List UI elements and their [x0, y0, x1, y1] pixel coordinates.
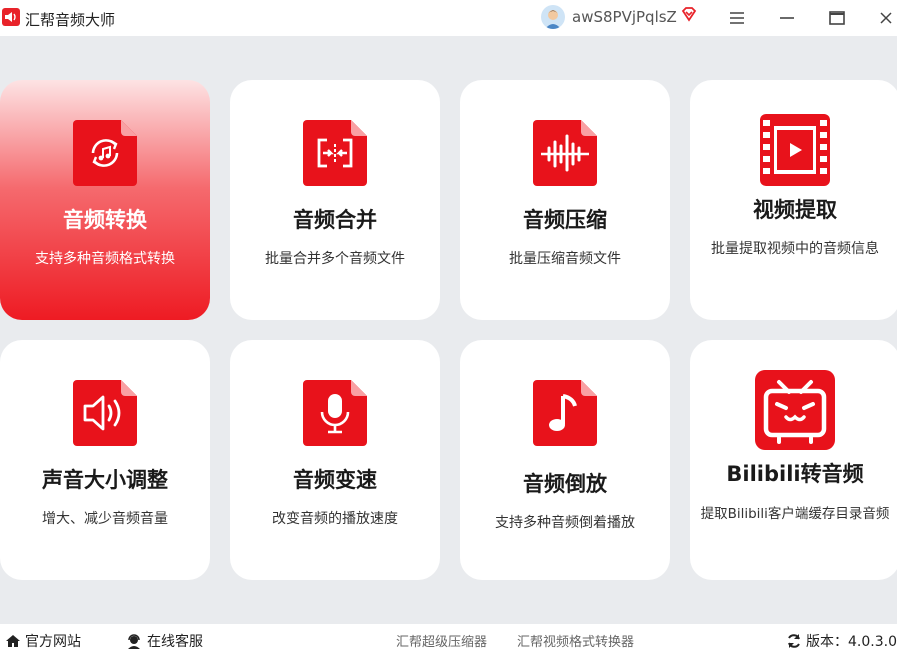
- tool-card-audio-convert[interactable]: 音频转换 支持多种音频格式转换: [0, 80, 210, 320]
- card-desc: 批量压缩音频文件: [509, 251, 621, 267]
- official-website-link[interactable]: 官方网站: [5, 631, 81, 651]
- audio-compress-icon: [533, 120, 597, 186]
- version-label: 版本：4.0.3.0: [806, 634, 897, 650]
- customer-service-icon: [128, 633, 140, 649]
- refresh-icon: [788, 634, 800, 648]
- version-info[interactable]: 版本：4.0.3.0: [786, 631, 897, 651]
- video-converter-link[interactable]: 汇帮视频格式转换器: [517, 631, 634, 650]
- tool-card-audio-reverse[interactable]: 音频倒放 支持多种音频倒着播放: [460, 340, 670, 580]
- tool-card-audio-merge[interactable]: 音频合并 批量合并多个音频文件: [230, 80, 440, 320]
- card-desc: 增大、减少音频音量: [42, 511, 168, 527]
- card-title: 音频转换: [63, 208, 147, 232]
- bilibili-icon: [755, 370, 835, 450]
- card-title: 音频变速: [293, 468, 377, 492]
- audio-speed-icon: [303, 380, 367, 446]
- tool-card-bilibili[interactable]: Bilibili转音频 提取Bilibili客户端缓存目录音频: [690, 340, 897, 580]
- user-avatar[interactable]: [541, 5, 565, 29]
- card-desc: 批量提取视频中的音频信息: [711, 241, 879, 257]
- super-compressor-link[interactable]: 汇帮超级压缩器: [396, 631, 487, 650]
- audio-convert-icon: [73, 120, 137, 186]
- home-icon: [6, 635, 20, 647]
- online-support-label: 在线客服: [147, 634, 203, 650]
- user-name[interactable]: awS8PVjPqlsZ: [572, 8, 677, 26]
- tool-card-audio-compress[interactable]: 音频压缩 批量压缩音频文件: [460, 80, 670, 320]
- card-title: 音频压缩: [523, 208, 607, 232]
- tool-card-volume-adjust[interactable]: 声音大小调整 增大、减少音频音量: [0, 340, 210, 580]
- card-title: 视频提取: [753, 198, 837, 222]
- card-title: 音频合并: [293, 208, 377, 232]
- app-title: 汇帮音频大师: [25, 11, 116, 29]
- card-title: 声音大小调整: [42, 468, 168, 492]
- card-desc: 改变音频的播放速度: [272, 511, 398, 527]
- audio-merge-icon: [303, 120, 367, 186]
- official-website-label: 官方网站: [25, 634, 81, 650]
- online-support-link[interactable]: 在线客服: [126, 631, 203, 651]
- card-desc: 提取Bilibili客户端缓存目录音频: [700, 506, 890, 522]
- card-title: 音频倒放: [523, 472, 607, 496]
- vip-diamond-icon[interactable]: [680, 6, 698, 24]
- tool-card-audio-speed[interactable]: 音频变速 改变音频的播放速度: [230, 340, 440, 580]
- minimize-icon[interactable]: [775, 6, 799, 30]
- volume-adjust-icon: [73, 380, 137, 446]
- close-icon[interactable]: [874, 6, 897, 30]
- card-desc: 支持多种音频倒着播放: [495, 515, 635, 531]
- maximize-icon[interactable]: [825, 6, 849, 30]
- app-logo-icon: [2, 8, 20, 26]
- card-title: Bilibili转音频: [726, 462, 864, 486]
- tool-card-video-extract[interactable]: 视频提取 批量提取视频中的音频信息: [690, 80, 897, 320]
- card-desc: 支持多种音频格式转换: [35, 251, 175, 267]
- video-extract-icon: [760, 114, 830, 186]
- card-desc: 批量合并多个音频文件: [265, 251, 405, 267]
- title-bar: 汇帮音频大师 awS8PVjPqlsZ: [0, 0, 897, 36]
- audio-reverse-icon: [533, 380, 597, 446]
- menu-icon[interactable]: [725, 6, 749, 30]
- status-bar: 官方网站 在线客服 汇帮超级压缩器 汇帮视频格式转换器 版本：4.0.3.0: [0, 624, 897, 654]
